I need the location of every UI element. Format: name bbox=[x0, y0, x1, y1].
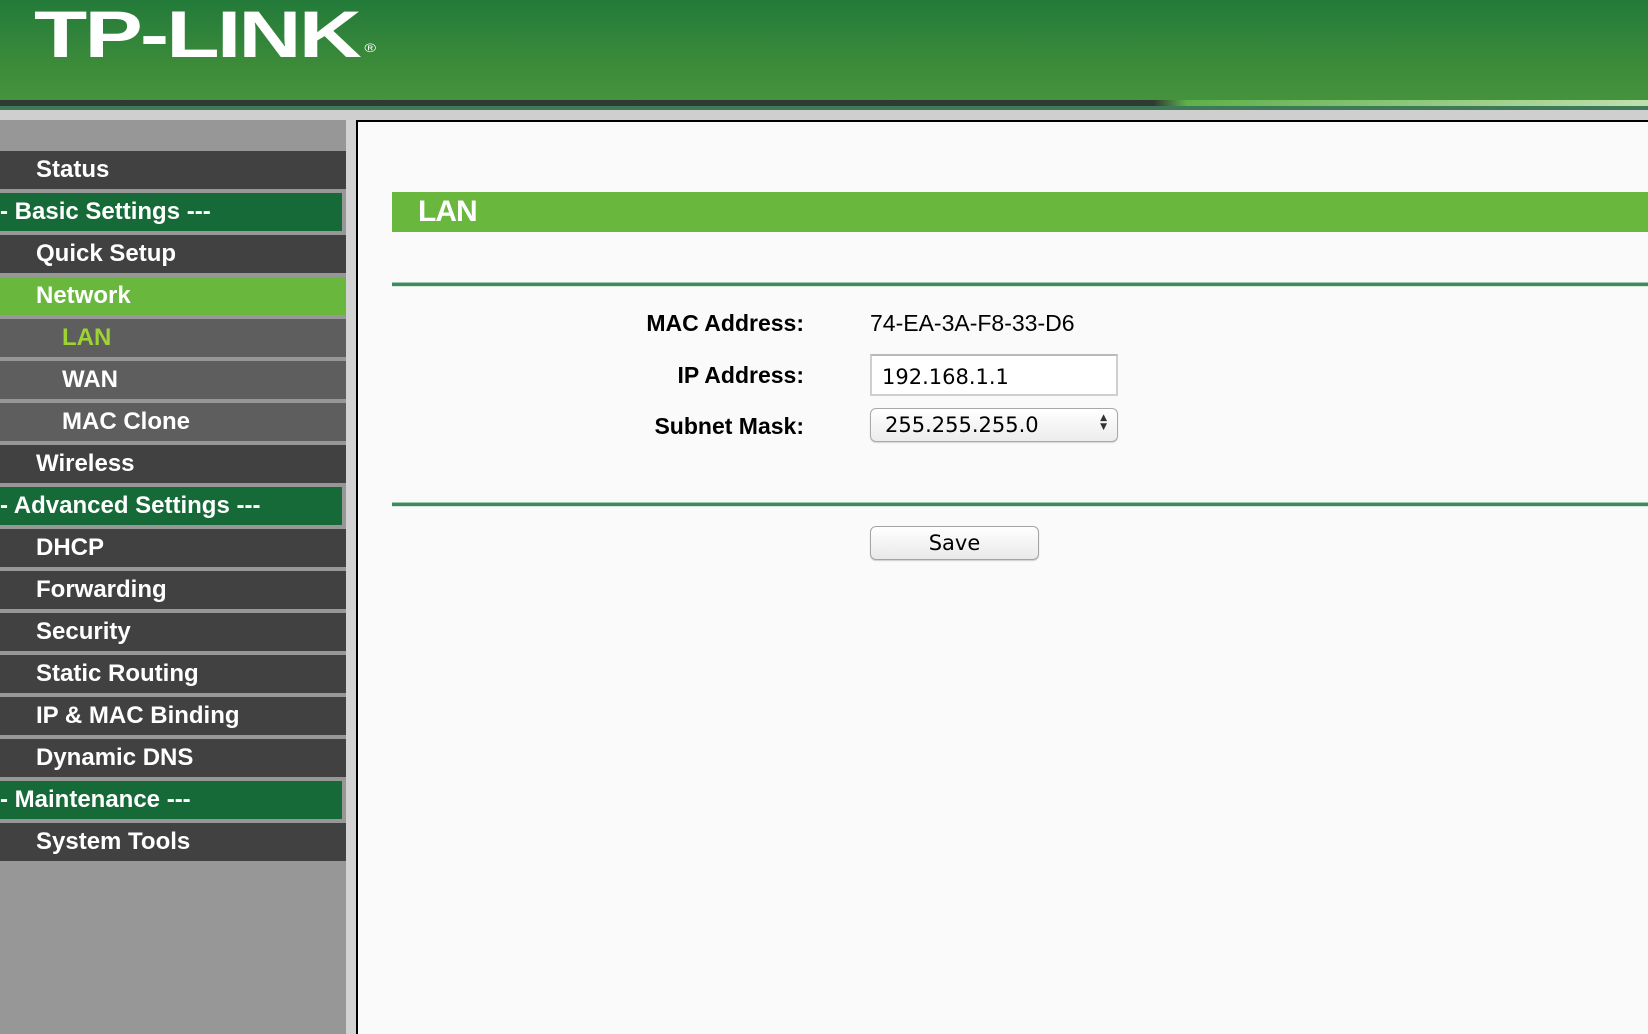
tp-link-logo: TP-LINK ® bbox=[34, 0, 376, 74]
mac-address-value: 74-EA-3A-F8-33-D6 bbox=[870, 310, 1075, 336]
sidebar-section-label: - Advanced Settings --- bbox=[0, 492, 261, 519]
registered-mark: ® bbox=[364, 41, 377, 55]
subnet-mask-row: Subnet Mask: 255.255.255.0 ▲ ▼ bbox=[392, 406, 1648, 446]
sidebar-item-dynamic-dns[interactable]: Dynamic DNS bbox=[0, 739, 346, 777]
sidebar-item-static-routing[interactable]: Static Routing bbox=[0, 655, 346, 693]
sidebar-item-label: DHCP bbox=[36, 534, 105, 561]
sidebar-item-forwarding[interactable]: Forwarding bbox=[0, 571, 346, 609]
sidebar-item-security[interactable]: Security bbox=[0, 613, 346, 651]
select-arrows-icon: ▲ ▼ bbox=[1100, 413, 1107, 432]
sidebar-item-network[interactable]: Network bbox=[0, 277, 346, 315]
sidebar-item-label: Status bbox=[36, 156, 110, 183]
sidebar-item-ip-mac-binding[interactable]: IP & MAC Binding bbox=[0, 697, 346, 735]
sidebar-item-dhcp[interactable]: DHCP bbox=[0, 529, 346, 567]
sidebar-item-label: Wireless bbox=[36, 450, 135, 477]
section-divider-bottom bbox=[392, 502, 1648, 507]
mac-address-row: MAC Address: 74-EA-3A-F8-33-D6 bbox=[392, 303, 1648, 343]
content-top-border bbox=[356, 120, 1648, 122]
sidebar-menu: Status - Basic Settings --- Quick Setup … bbox=[0, 151, 346, 865]
sidebar-item-label: Security bbox=[36, 618, 131, 645]
mac-address-label: MAC Address: bbox=[646, 310, 804, 336]
sidebar-item-wireless[interactable]: Wireless bbox=[0, 445, 346, 483]
sidebar-item-label: System Tools bbox=[36, 828, 191, 855]
sidebar-section-basic-settings: - Basic Settings --- bbox=[0, 193, 342, 231]
header-banner: TP-LINK ® bbox=[0, 0, 1648, 100]
section-divider-top bbox=[392, 282, 1648, 287]
sidebar-item-label: WAN bbox=[62, 366, 118, 393]
sidebar-section-label: - Basic Settings --- bbox=[0, 198, 211, 225]
sidebar-item-system-tools[interactable]: System Tools bbox=[0, 823, 346, 861]
subnet-mask-label: Subnet Mask: bbox=[654, 413, 804, 439]
sidebar-item-label: IP & MAC Binding bbox=[36, 702, 240, 729]
sidebar-item-label: Network bbox=[36, 282, 131, 309]
sidebar-edge bbox=[346, 120, 356, 1034]
page-title: LAN bbox=[418, 195, 478, 228]
ip-address-label: IP Address: bbox=[677, 362, 804, 388]
sidebar-item-mac-clone[interactable]: MAC Clone bbox=[0, 403, 346, 441]
subnet-mask-selected-value: 255.255.255.0 bbox=[885, 413, 1039, 437]
sidebar-section-maintenance: - Maintenance --- bbox=[0, 781, 342, 819]
save-button[interactable]: Save bbox=[870, 526, 1039, 560]
ip-address-input[interactable] bbox=[870, 354, 1118, 396]
header-divider-grey bbox=[0, 110, 1648, 120]
subnet-mask-select[interactable]: 255.255.255.0 ▲ ▼ bbox=[870, 408, 1118, 442]
sidebar-item-label: Forwarding bbox=[36, 576, 167, 603]
sidebar-section-label: - Maintenance --- bbox=[0, 786, 191, 813]
logo-text: TP-LINK bbox=[34, 0, 362, 71]
sidebar-item-label: LAN bbox=[62, 324, 112, 351]
sidebar-item-wan[interactable]: WAN bbox=[0, 361, 346, 399]
sidebar-section-advanced-settings: - Advanced Settings --- bbox=[0, 487, 342, 525]
sidebar-item-label: MAC Clone bbox=[62, 408, 190, 435]
sidebar-item-label: Dynamic DNS bbox=[36, 744, 194, 771]
sidebar-item-label: Quick Setup bbox=[36, 240, 177, 267]
sidebar-item-lan[interactable]: LAN bbox=[0, 319, 346, 357]
ip-address-row: IP Address: bbox=[392, 354, 1648, 396]
page-title-bar: LAN bbox=[392, 192, 1648, 232]
sidebar-item-label: Static Routing bbox=[36, 660, 199, 687]
sidebar-item-status[interactable]: Status bbox=[0, 151, 346, 189]
sidebar-border bbox=[356, 120, 358, 1034]
sidebar-item-quick-setup[interactable]: Quick Setup bbox=[0, 235, 346, 273]
